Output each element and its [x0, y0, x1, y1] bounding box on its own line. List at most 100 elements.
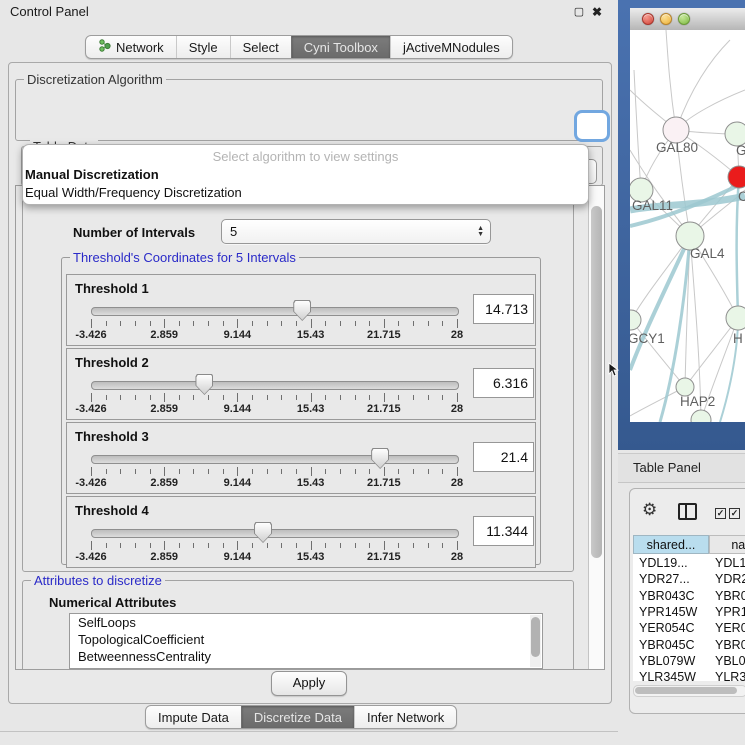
slider-tick: [208, 321, 209, 326]
table-cell[interactable]: YBL0: [715, 654, 745, 668]
tab-discretize-data[interactable]: Discretize Data: [241, 706, 354, 728]
table-cell[interactable]: YER054C: [639, 621, 709, 635]
tab-cyni-toolbox[interactable]: Cyni Toolbox: [291, 36, 390, 58]
network-node[interactable]: [728, 166, 745, 188]
tab-label: jActiveMNodules: [403, 40, 500, 55]
traffic-light-zoom-icon[interactable]: [678, 13, 690, 25]
tab-select[interactable]: Select: [230, 36, 291, 58]
tab-label: Cyni Toolbox: [304, 40, 378, 55]
algorithm-combobox[interactable]: [574, 110, 610, 142]
checkbox-icon[interactable]: ✓: [715, 508, 726, 519]
column-header-name[interactable]: name: [709, 535, 745, 554]
network-node[interactable]: [726, 306, 745, 330]
dropdown-item[interactable]: Manual Discretization: [23, 166, 588, 184]
checkbox-icon[interactable]: ✓: [729, 508, 740, 519]
attributes-list-scrollbar[interactable]: [530, 615, 541, 667]
attribute-list-item[interactable]: TopologicalCoefficient: [70, 631, 542, 648]
slider-tick: [355, 543, 356, 548]
slider-thumb[interactable]: [195, 374, 213, 395]
slider-track[interactable]: [91, 529, 459, 538]
content-scrollbar[interactable]: [588, 186, 604, 669]
table-cell[interactable]: YER0: [715, 621, 745, 635]
screenshot-root: Control Panel ▢ ✖ NetworkStyleSelectCyni…: [0, 0, 745, 745]
table-horizontal-scrollbar[interactable]: [633, 685, 745, 697]
traffic-light-close-icon[interactable]: [642, 13, 654, 25]
slider-track[interactable]: [91, 381, 459, 390]
slider-track[interactable]: [91, 455, 459, 464]
slider-tick: [179, 395, 180, 400]
network-node-label: C: [738, 189, 745, 204]
panel-bottom-divider: [0, 731, 618, 732]
network-node[interactable]: [630, 310, 641, 330]
table-cell[interactable]: YDR2: [715, 572, 745, 586]
columns-icon[interactable]: [678, 503, 697, 520]
dropdown-item[interactable]: Equal Width/Frequency Discretization: [23, 184, 588, 202]
table-cell[interactable]: YBL079W: [639, 654, 709, 668]
slider-track[interactable]: [91, 307, 459, 316]
slider-tick: [150, 395, 151, 400]
table-row[interactable]: YDR27... YDR2: [633, 572, 745, 588]
apply-button[interactable]: Apply: [271, 671, 347, 696]
table-cell[interactable]: YBR043C: [639, 589, 709, 603]
slider-thumb[interactable]: [293, 300, 311, 321]
table-row[interactable]: YBR045C YBR0: [633, 638, 745, 654]
threshold-value-field[interactable]: [473, 516, 534, 546]
attribute-list-item[interactable]: BetweennessCentrality: [70, 648, 542, 665]
network-window-titlebar[interactable]: [630, 8, 745, 31]
attribute-list-item[interactable]: SelfLoops: [70, 614, 542, 631]
slider-tick: [193, 543, 194, 548]
slider-tick: [91, 541, 92, 550]
tab-style[interactable]: Style: [176, 36, 230, 58]
num-intervals-combobox[interactable]: 5 ▲▼: [221, 219, 491, 244]
table-cell[interactable]: YDR27...: [639, 572, 709, 586]
content-scroll-thumb[interactable]: [591, 206, 602, 558]
table-cell[interactable]: YBR0: [715, 638, 745, 652]
network-edge: [634, 70, 641, 190]
tab-network[interactable]: Network: [86, 36, 176, 58]
tick-label: -3.426: [75, 403, 106, 415]
threshold-value-field[interactable]: [473, 368, 534, 398]
slider-tick: [223, 469, 224, 474]
table-cell[interactable]: YDL1: [715, 556, 745, 570]
network-canvas[interactable]: GAL80GACGAL11GAL4GCY1HHAP2: [630, 30, 745, 422]
table-cell[interactable]: YBR0: [715, 589, 745, 603]
table-row[interactable]: YBR043C YBR0: [633, 589, 745, 605]
table-cell[interactable]: YLR3: [715, 670, 745, 681]
table-row[interactable]: YPR145W YPR1: [633, 605, 745, 621]
tab-label: Discretize Data: [254, 710, 342, 725]
table-row[interactable]: YLR345W YLR3: [633, 670, 745, 681]
table-cell[interactable]: YPR1: [715, 605, 745, 619]
tab-impute-data[interactable]: Impute Data: [146, 706, 241, 728]
threshold-value-field[interactable]: [473, 442, 534, 472]
table-row[interactable]: YDL19... YDL1: [633, 556, 745, 572]
slider-tick: [311, 467, 312, 476]
tab-jactivemnodules[interactable]: jActiveMNodules: [390, 36, 512, 58]
table-cell[interactable]: YLR345W: [639, 670, 709, 681]
threshold-value-field[interactable]: [473, 294, 534, 324]
tick-label: 15.43: [297, 403, 325, 415]
float-window-icon[interactable]: ▢: [572, 5, 586, 19]
slider-tick: [135, 321, 136, 326]
column-header-shared-name[interactable]: shared...: [633, 535, 709, 554]
table-row[interactable]: YBL079W YBL0: [633, 654, 745, 670]
table-cell[interactable]: YDL19...: [639, 556, 709, 570]
numerical-attributes-list: SelfLoopsTopologicalCoefficientBetweenne…: [69, 613, 543, 669]
slider-tick: [164, 319, 165, 328]
slider-tick: [296, 321, 297, 326]
table-cell[interactable]: YPR145W: [639, 605, 709, 619]
close-icon[interactable]: ✖: [590, 5, 604, 19]
table-hscroll-thumb[interactable]: [635, 687, 737, 694]
table-cell[interactable]: YBR045C: [639, 638, 709, 652]
tab-infer-network[interactable]: Infer Network: [354, 706, 456, 728]
table-panel-header[interactable]: Table Panel: [618, 453, 745, 483]
attributes-scroll-thumb[interactable]: [531, 617, 540, 657]
table-row[interactable]: YER054C YER0: [633, 621, 745, 637]
slider-thumb[interactable]: [254, 522, 272, 543]
threshold-label: Threshold 3: [75, 429, 149, 444]
traffic-light-minimize-icon[interactable]: [660, 13, 672, 25]
network-node[interactable]: [691, 410, 711, 422]
slider-thumb[interactable]: [371, 448, 389, 469]
slider-tick: [428, 395, 429, 400]
slider-tick: [413, 543, 414, 548]
gear-icon[interactable]: ⚙: [642, 501, 657, 518]
